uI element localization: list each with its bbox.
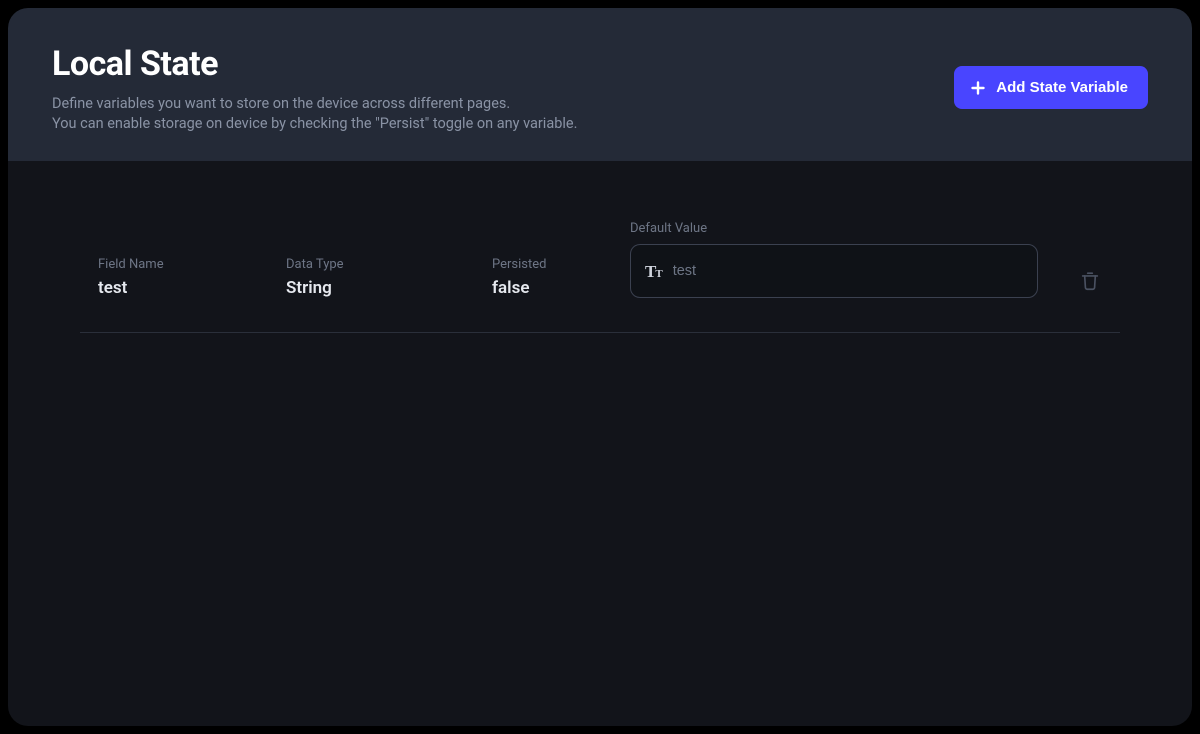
text-type-icon: TT bbox=[645, 263, 663, 280]
persisted-column: Persisted false bbox=[492, 257, 630, 298]
plus-icon bbox=[970, 80, 986, 96]
add-button-label: Add State Variable bbox=[996, 79, 1128, 96]
header-text-block: Local State Define variables you want to… bbox=[52, 44, 577, 133]
variables-list: Field Name test Data Type String Persist… bbox=[8, 161, 1192, 726]
delete-variable-button[interactable] bbox=[1079, 270, 1101, 292]
default-value-input[interactable] bbox=[673, 263, 1023, 279]
trash-icon bbox=[1079, 270, 1101, 292]
default-value-label: Default Value bbox=[630, 221, 1060, 236]
page-subtitle: Define variables you want to store on th… bbox=[52, 94, 577, 133]
data-type-value[interactable]: String bbox=[286, 278, 492, 298]
default-value-column: Default Value TT bbox=[630, 221, 1060, 298]
persisted-value[interactable]: false bbox=[492, 278, 630, 298]
default-value-input-wrapper[interactable]: TT bbox=[630, 244, 1038, 298]
panel-header: Local State Define variables you want to… bbox=[8, 8, 1192, 161]
data-type-label: Data Type bbox=[286, 257, 492, 272]
add-state-variable-button[interactable]: Add State Variable bbox=[954, 66, 1148, 109]
field-name-column: Field Name test bbox=[80, 257, 286, 298]
variable-row: Field Name test Data Type String Persist… bbox=[80, 221, 1120, 333]
persisted-label: Persisted bbox=[492, 257, 630, 272]
field-name-value[interactable]: test bbox=[98, 278, 286, 298]
subtitle-line-1: Define variables you want to store on th… bbox=[52, 95, 510, 112]
data-type-column: Data Type String bbox=[286, 257, 492, 298]
row-actions bbox=[1060, 270, 1120, 298]
local-state-panel: Local State Define variables you want to… bbox=[8, 8, 1192, 726]
field-name-label: Field Name bbox=[98, 257, 286, 272]
page-title: Local State bbox=[52, 44, 577, 84]
subtitle-line-2: You can enable storage on device by chec… bbox=[52, 115, 577, 132]
